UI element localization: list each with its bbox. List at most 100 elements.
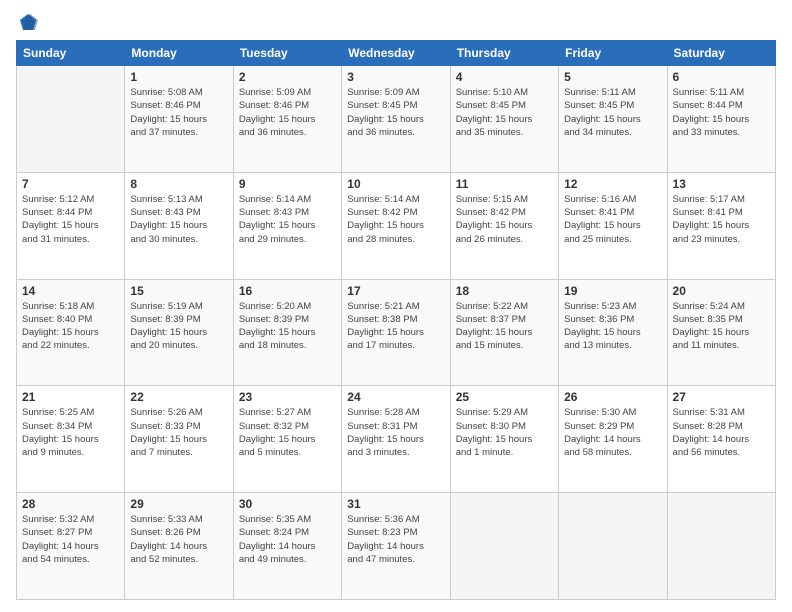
day-number: 16 [239, 284, 336, 298]
logo-icon [18, 12, 38, 32]
header [16, 12, 776, 32]
day-info: Sunrise: 5:12 AM Sunset: 8:44 PM Dayligh… [22, 193, 119, 246]
day-cell [559, 493, 667, 600]
day-number: 5 [564, 70, 661, 84]
day-number: 19 [564, 284, 661, 298]
day-cell: 2 Sunrise: 5:09 AM Sunset: 8:46 PM Daylig… [233, 66, 341, 173]
day-info: Sunrise: 5:35 AM Sunset: 8:24 PM Dayligh… [239, 513, 336, 566]
day-number: 9 [239, 177, 336, 191]
day-cell: 15Sunrise: 5:19 AM Sunset: 8:39 PM Dayli… [125, 279, 233, 386]
header-cell-thursday: Thursday [450, 41, 558, 66]
day-cell: 22 Sunrise: 5:26 AM Sunset: 8:33 PM Dayli… [125, 386, 233, 493]
day-number: 23 [239, 390, 336, 404]
day-cell: 25 Sunrise: 5:29 AM Sunset: 8:30 PM Dayli… [450, 386, 558, 493]
day-number: 3 [347, 70, 444, 84]
header-row: SundayMondayTuesdayWednesdayThursdayFrid… [17, 41, 776, 66]
day-cell: 17 Sunrise: 5:21 AM Sunset: 8:38 PM Dayli… [342, 279, 450, 386]
day-info: Sunrise: 5:31 AM Sunset: 8:28 PM Dayligh… [673, 406, 770, 459]
day-cell: 16 Sunrise: 5:20 AM Sunset: 8:39 PM Dayli… [233, 279, 341, 386]
day-info: Sunrise: 5:23 AM Sunset: 8:36 PM Dayligh… [564, 300, 661, 353]
day-number: 17 [347, 284, 444, 298]
header-cell-tuesday: Tuesday [233, 41, 341, 66]
day-cell: 19 Sunrise: 5:23 AM Sunset: 8:36 PM Dayli… [559, 279, 667, 386]
day-info: Sunrise: 5:11 AM Sunset: 8:45 PM Dayligh… [564, 86, 661, 139]
day-info: Sunrise: 5:33 AM Sunset: 8:26 PM Dayligh… [130, 513, 227, 566]
day-number: 24 [347, 390, 444, 404]
day-cell: 9 Sunrise: 5:14 AM Sunset: 8:43 PM Daylig… [233, 172, 341, 279]
day-info: Sunrise: 5:08 AM Sunset: 8:46 PM Dayligh… [130, 86, 227, 139]
day-cell: 18Sunrise: 5:22 AM Sunset: 8:37 PM Dayli… [450, 279, 558, 386]
header-cell-sunday: Sunday [17, 41, 125, 66]
day-number: 31 [347, 497, 444, 511]
day-info: Sunrise: 5:14 AM Sunset: 8:43 PM Dayligh… [239, 193, 336, 246]
day-cell: 4Sunrise: 5:10 AM Sunset: 8:45 PM Daylig… [450, 66, 558, 173]
day-info: Sunrise: 5:18 AM Sunset: 8:40 PM Dayligh… [22, 300, 119, 353]
day-number: 20 [673, 284, 770, 298]
day-cell: 28 Sunrise: 5:32 AM Sunset: 8:27 PM Dayli… [17, 493, 125, 600]
day-cell: 10Sunrise: 5:14 AM Sunset: 8:42 PM Dayli… [342, 172, 450, 279]
logo [16, 12, 38, 32]
day-number: 28 [22, 497, 119, 511]
day-cell [667, 493, 775, 600]
day-cell [17, 66, 125, 173]
day-number: 21 [22, 390, 119, 404]
day-number: 30 [239, 497, 336, 511]
calendar-header: SundayMondayTuesdayWednesdayThursdayFrid… [17, 41, 776, 66]
day-info: Sunrise: 5:21 AM Sunset: 8:38 PM Dayligh… [347, 300, 444, 353]
calendar-table: SundayMondayTuesdayWednesdayThursdayFrid… [16, 40, 776, 600]
day-cell: 8Sunrise: 5:13 AM Sunset: 8:43 PM Daylig… [125, 172, 233, 279]
header-cell-wednesday: Wednesday [342, 41, 450, 66]
day-cell: 13Sunrise: 5:17 AM Sunset: 8:41 PM Dayli… [667, 172, 775, 279]
day-cell: 6Sunrise: 5:11 AM Sunset: 8:44 PM Daylig… [667, 66, 775, 173]
day-info: Sunrise: 5:32 AM Sunset: 8:27 PM Dayligh… [22, 513, 119, 566]
day-number: 13 [673, 177, 770, 191]
day-cell: 23Sunrise: 5:27 AM Sunset: 8:32 PM Dayli… [233, 386, 341, 493]
day-number: 8 [130, 177, 227, 191]
day-info: Sunrise: 5:24 AM Sunset: 8:35 PM Dayligh… [673, 300, 770, 353]
day-number: 2 [239, 70, 336, 84]
day-number: 12 [564, 177, 661, 191]
day-info: Sunrise: 5:11 AM Sunset: 8:44 PM Dayligh… [673, 86, 770, 139]
day-info: Sunrise: 5:36 AM Sunset: 8:23 PM Dayligh… [347, 513, 444, 566]
day-number: 4 [456, 70, 553, 84]
week-row-3: 14 Sunrise: 5:18 AM Sunset: 8:40 PM Dayli… [17, 279, 776, 386]
week-row-5: 28 Sunrise: 5:32 AM Sunset: 8:27 PM Dayli… [17, 493, 776, 600]
day-info: Sunrise: 5:16 AM Sunset: 8:41 PM Dayligh… [564, 193, 661, 246]
day-number: 25 [456, 390, 553, 404]
day-info: Sunrise: 5:09 AM Sunset: 8:46 PM Dayligh… [239, 86, 336, 139]
day-cell: 29 Sunrise: 5:33 AM Sunset: 8:26 PM Dayli… [125, 493, 233, 600]
day-number: 14 [22, 284, 119, 298]
day-cell: 26 Sunrise: 5:30 AM Sunset: 8:29 PM Dayli… [559, 386, 667, 493]
day-number: 26 [564, 390, 661, 404]
day-info: Sunrise: 5:20 AM Sunset: 8:39 PM Dayligh… [239, 300, 336, 353]
header-cell-monday: Monday [125, 41, 233, 66]
day-number: 27 [673, 390, 770, 404]
day-cell: 21 Sunrise: 5:25 AM Sunset: 8:34 PM Dayli… [17, 386, 125, 493]
day-number: 29 [130, 497, 227, 511]
day-info: Sunrise: 5:26 AM Sunset: 8:33 PM Dayligh… [130, 406, 227, 459]
page: SundayMondayTuesdayWednesdayThursdayFrid… [0, 0, 792, 612]
week-row-1: 1Sunrise: 5:08 AM Sunset: 8:46 PM Daylig… [17, 66, 776, 173]
day-info: Sunrise: 5:15 AM Sunset: 8:42 PM Dayligh… [456, 193, 553, 246]
day-cell: 1Sunrise: 5:08 AM Sunset: 8:46 PM Daylig… [125, 66, 233, 173]
header-cell-saturday: Saturday [667, 41, 775, 66]
day-number: 11 [456, 177, 553, 191]
day-cell: 14 Sunrise: 5:18 AM Sunset: 8:40 PM Dayli… [17, 279, 125, 386]
day-cell: 11 Sunrise: 5:15 AM Sunset: 8:42 PM Dayli… [450, 172, 558, 279]
header-cell-friday: Friday [559, 41, 667, 66]
day-cell: 7 Sunrise: 5:12 AM Sunset: 8:44 PM Daylig… [17, 172, 125, 279]
day-cell: 20 Sunrise: 5:24 AM Sunset: 8:35 PM Dayli… [667, 279, 775, 386]
week-row-2: 7 Sunrise: 5:12 AM Sunset: 8:44 PM Daylig… [17, 172, 776, 279]
day-number: 22 [130, 390, 227, 404]
day-cell: 12 Sunrise: 5:16 AM Sunset: 8:41 PM Dayli… [559, 172, 667, 279]
day-info: Sunrise: 5:28 AM Sunset: 8:31 PM Dayligh… [347, 406, 444, 459]
day-info: Sunrise: 5:25 AM Sunset: 8:34 PM Dayligh… [22, 406, 119, 459]
day-number: 10 [347, 177, 444, 191]
day-info: Sunrise: 5:19 AM Sunset: 8:39 PM Dayligh… [130, 300, 227, 353]
day-cell: 24 Sunrise: 5:28 AM Sunset: 8:31 PM Dayli… [342, 386, 450, 493]
day-info: Sunrise: 5:30 AM Sunset: 8:29 PM Dayligh… [564, 406, 661, 459]
day-number: 7 [22, 177, 119, 191]
day-cell: 3Sunrise: 5:09 AM Sunset: 8:45 PM Daylig… [342, 66, 450, 173]
day-info: Sunrise: 5:22 AM Sunset: 8:37 PM Dayligh… [456, 300, 553, 353]
day-info: Sunrise: 5:29 AM Sunset: 8:30 PM Dayligh… [456, 406, 553, 459]
